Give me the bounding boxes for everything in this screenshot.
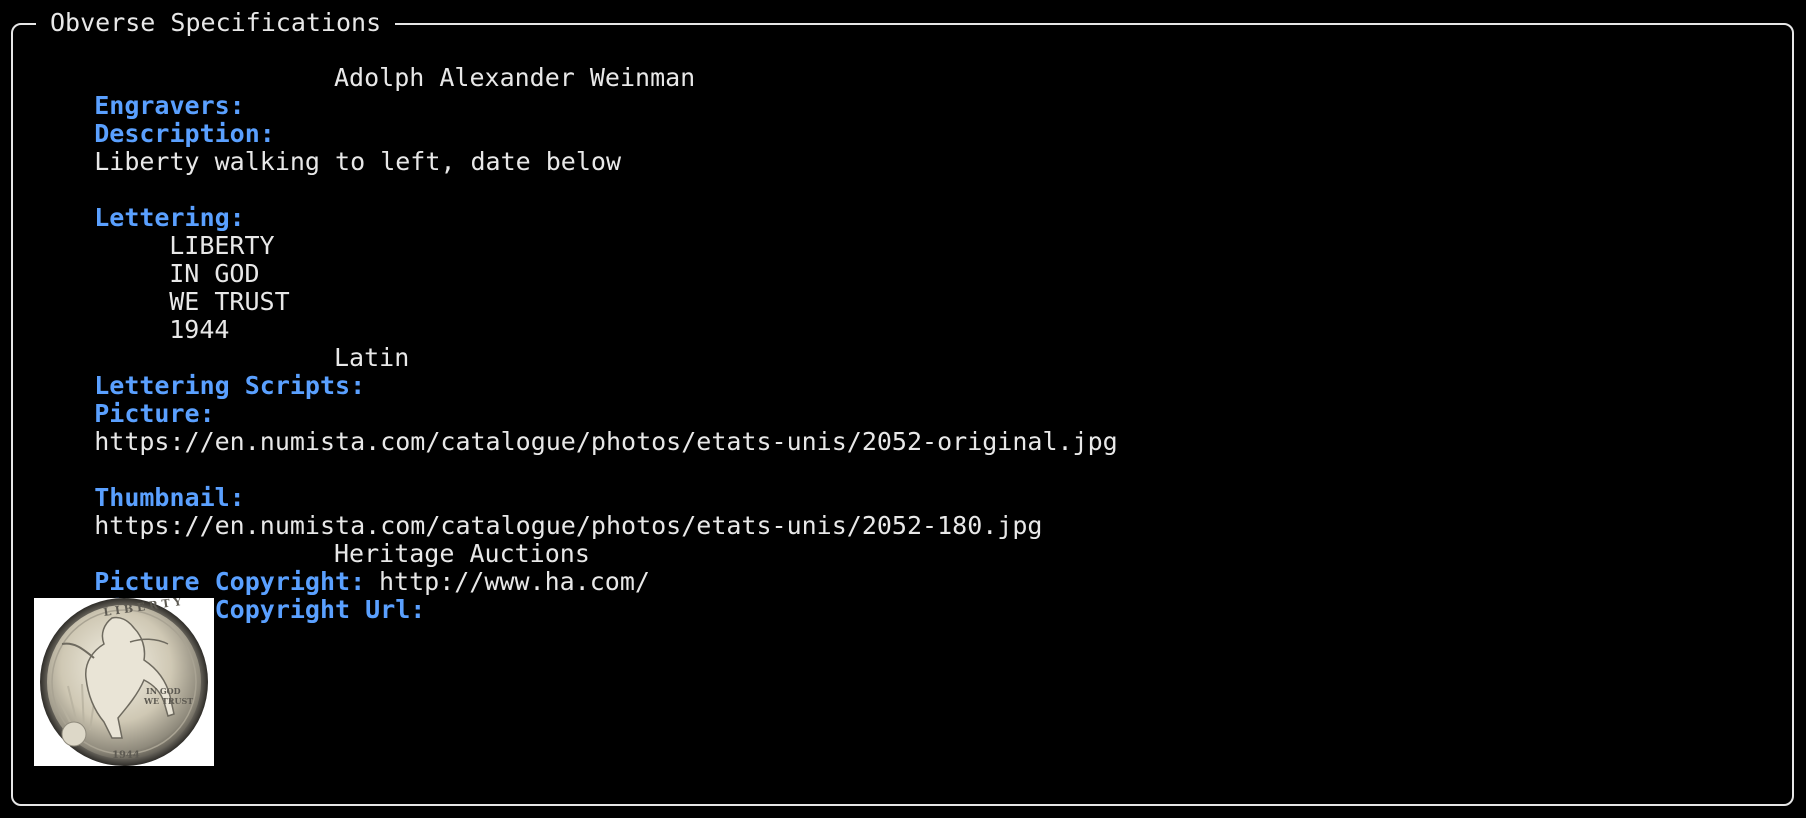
description-value-row: Liberty walking to left, date below [34,120,1774,176]
picture-copyright-url-value[interactable]: http://www.ha.com/ [379,568,650,596]
walking-liberty-half-dollar-obverse-icon: L I B E R T Y IN GOD WE TRUST 1944 [40,598,208,766]
lettering-line: LIBERTY [34,204,1774,260]
description-label-row: Description: [34,92,1774,148]
picture-copyright-url-row: Picture Copyright Url: http://www.ha.com… [34,568,1774,624]
thumbnail-url[interactable]: https://en.numista.com/catalogue/photos/… [94,511,1042,540]
svg-text:1944: 1944 [112,750,140,761]
svg-text:IN GOD: IN GOD [146,686,181,696]
lettering-label-row: Lettering: [34,176,1774,232]
picture-url[interactable]: https://en.numista.com/catalogue/photos/… [94,427,1118,456]
lettering-line: IN GOD [34,232,1774,288]
description-value: Liberty walking to left, date below [94,147,622,176]
thumbnail-label-row: Thumbnail: [34,456,1774,512]
engravers-row: Engravers: Adolph Alexander Weinman [34,63,1774,120]
lettering-line: 1944 [34,288,1774,344]
picture-copyright-value: Heritage Auctions [334,539,590,568]
thumbnail-url-row: https://en.numista.com/catalogue/photos/… [34,484,1774,540]
panel-title: Obverse Specifications [36,6,396,40]
lettering-scripts-value: Latin [334,343,410,372]
coin-thumbnail-image: L I B E R T Y IN GOD WE TRUST 1944 [34,598,214,766]
picture-url-row: https://en.numista.com/catalogue/photos/… [34,400,1774,456]
engravers-value: Adolph Alexander Weinman [334,63,696,92]
picture-copyright-row: Picture Copyright: Heritage Auctions [34,539,1774,596]
lettering-scripts-row: Lettering Scripts: Latin [34,343,1774,400]
specifications-content: Engravers: Adolph Alexander Weinman Desc… [34,64,1774,766]
picture-label-row: Picture: [34,372,1774,428]
lettering-line: WE TRUST [34,260,1774,316]
svg-text:WE TRUST: WE TRUST [143,696,193,706]
lettering-line-4: 1944 [169,315,230,344]
